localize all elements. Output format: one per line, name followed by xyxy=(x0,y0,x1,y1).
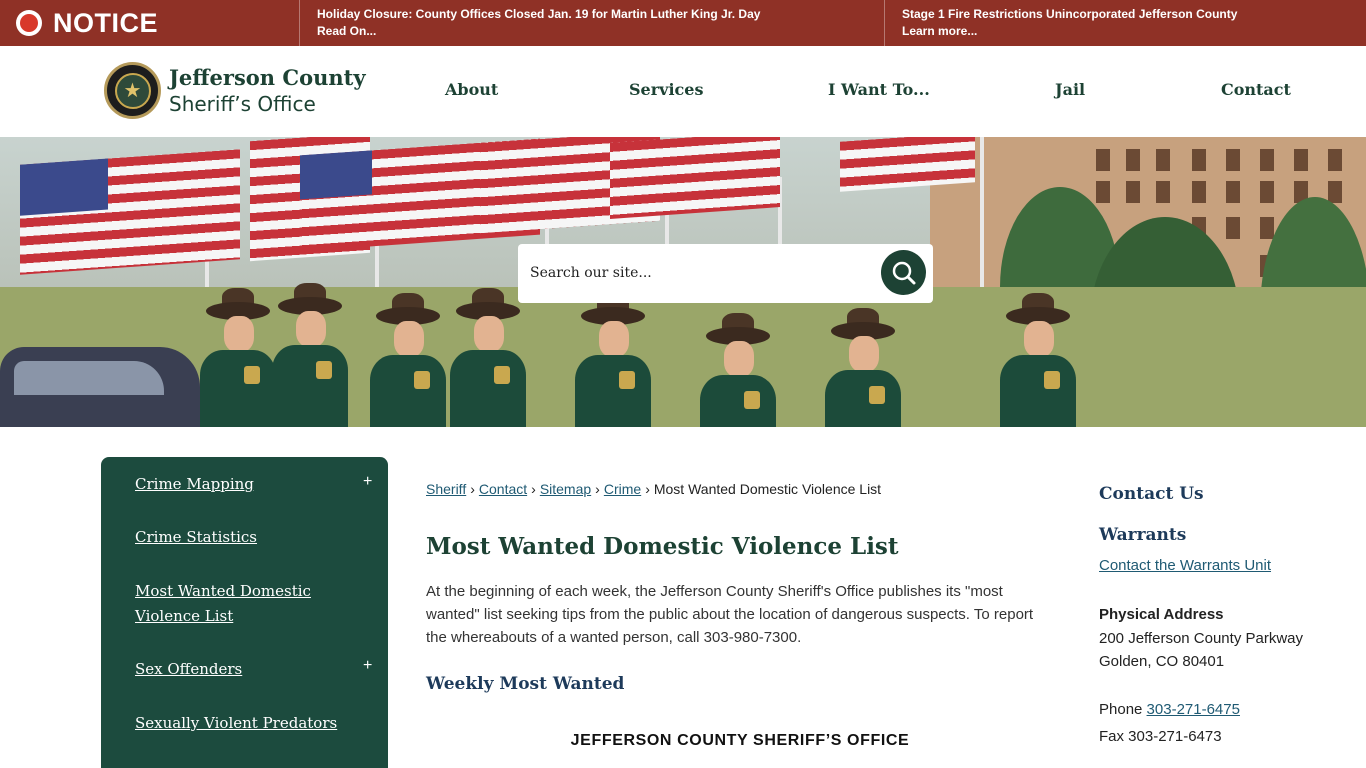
breadcrumb-separator: › xyxy=(595,481,600,497)
sidebar-item-most-wanted[interactable]: Most Wanted Domestic Violence List xyxy=(135,579,325,629)
logo-text: Jefferson County Sheriff’s Office xyxy=(169,65,366,117)
breadcrumb-separator: › xyxy=(470,481,475,497)
breadcrumb-link[interactable]: Contact xyxy=(479,481,527,497)
sidebar-item-crime-mapping[interactable]: Crime Mapping xyxy=(135,472,375,497)
nav-contact[interactable]: Contact xyxy=(1221,80,1291,99)
alert-title[interactable]: Holiday Closure: County Offices Closed J… xyxy=(317,6,884,23)
phone-line: Phone 303-271-6475 xyxy=(1099,698,1240,721)
star-icon: ★ xyxy=(114,72,151,109)
nav-jail[interactable]: Jail xyxy=(1055,80,1085,99)
breadcrumb-link[interactable]: Sheriff xyxy=(426,481,466,497)
notice-label: NOTICE xyxy=(16,6,158,40)
site-header: ★ Jefferson County Sheriff’s Office Abou… xyxy=(0,46,1366,137)
breadcrumb-separator: › xyxy=(645,481,650,497)
nav-i-want-to[interactable]: I Want To... xyxy=(828,80,930,99)
logo-subtitle: Sheriff’s Office xyxy=(169,91,316,116)
nav-about[interactable]: About xyxy=(445,80,498,99)
breadcrumb-current: Most Wanted Domestic Violence List xyxy=(653,481,882,497)
address-line2: Golden, CO 80401 xyxy=(1099,653,1225,670)
phone-label: Phone xyxy=(1099,701,1143,718)
alert-read-more-link[interactable]: Read On... xyxy=(317,23,884,40)
sidebar-nav: Crime Mapping + Crime Statistics Most Wa… xyxy=(101,457,388,768)
nav-services[interactable]: Services xyxy=(629,80,703,99)
search-input[interactable] xyxy=(530,258,870,288)
alert-learn-more-link[interactable]: Learn more... xyxy=(902,23,1366,40)
logo-title: Jefferson County xyxy=(169,64,366,90)
phone-link[interactable]: 303-271-6475 xyxy=(1147,701,1240,718)
address-label: Physical Address xyxy=(1099,606,1224,623)
address-line1: 200 Jefferson County Parkway xyxy=(1099,630,1304,647)
breadcrumb: Sheriff › Contact › Sitemap › Crime › Most Wante… xyxy=(426,481,881,497)
sidebar-item-sex-offenders[interactable]: Sex Offenders xyxy=(135,657,375,682)
expand-plus-icon[interactable]: + xyxy=(363,473,372,491)
search-button[interactable] xyxy=(881,250,926,295)
site-search xyxy=(518,244,933,303)
warrants-heading: Warrants xyxy=(1099,525,1187,545)
alert-dot-icon xyxy=(16,10,42,36)
fax-line: Fax 303-271-6473 xyxy=(1099,728,1222,745)
search-icon xyxy=(892,261,915,284)
sheriff-badge-icon: ★ xyxy=(104,62,161,119)
section-heading: Weekly Most Wanted xyxy=(426,674,625,694)
office-heading: JEFFERSON COUNTY SHERIFF’S OFFICE xyxy=(570,732,910,749)
contact-us-heading: Contact Us xyxy=(1099,484,1204,504)
breadcrumb-link[interactable]: Crime xyxy=(604,481,641,497)
alert-item[interactable]: Holiday Closure: County Offices Closed J… xyxy=(299,0,884,46)
breadcrumb-separator: › xyxy=(531,481,536,497)
site-logo[interactable]: ★ Jefferson County Sheriff’s Office xyxy=(104,62,366,119)
notice-text: NOTICE xyxy=(53,7,159,38)
vehicle-image xyxy=(0,347,200,427)
alert-title[interactable]: Stage 1 Fire Restrictions Unincorporated… xyxy=(902,6,1366,23)
sidebar-item-crime-statistics[interactable]: Crime Statistics xyxy=(135,525,375,550)
sidebar-item-sexually-violent-predators[interactable]: Sexually Violent Predators xyxy=(135,711,375,736)
alert-item[interactable]: Stage 1 Fire Restrictions Unincorporated… xyxy=(884,0,1366,46)
notice-bar: NOTICE Holiday Closure: County Offices C… xyxy=(0,0,1366,46)
breadcrumb-link[interactable]: Sitemap xyxy=(540,481,591,497)
intro-paragraph: At the beginning of each week, the Jeffe… xyxy=(426,583,1034,646)
warrants-unit-link[interactable]: Contact the Warrants Unit xyxy=(1099,557,1271,574)
page-title: Most Wanted Domestic Violence List xyxy=(426,533,899,560)
expand-plus-icon[interactable]: + xyxy=(363,657,372,675)
